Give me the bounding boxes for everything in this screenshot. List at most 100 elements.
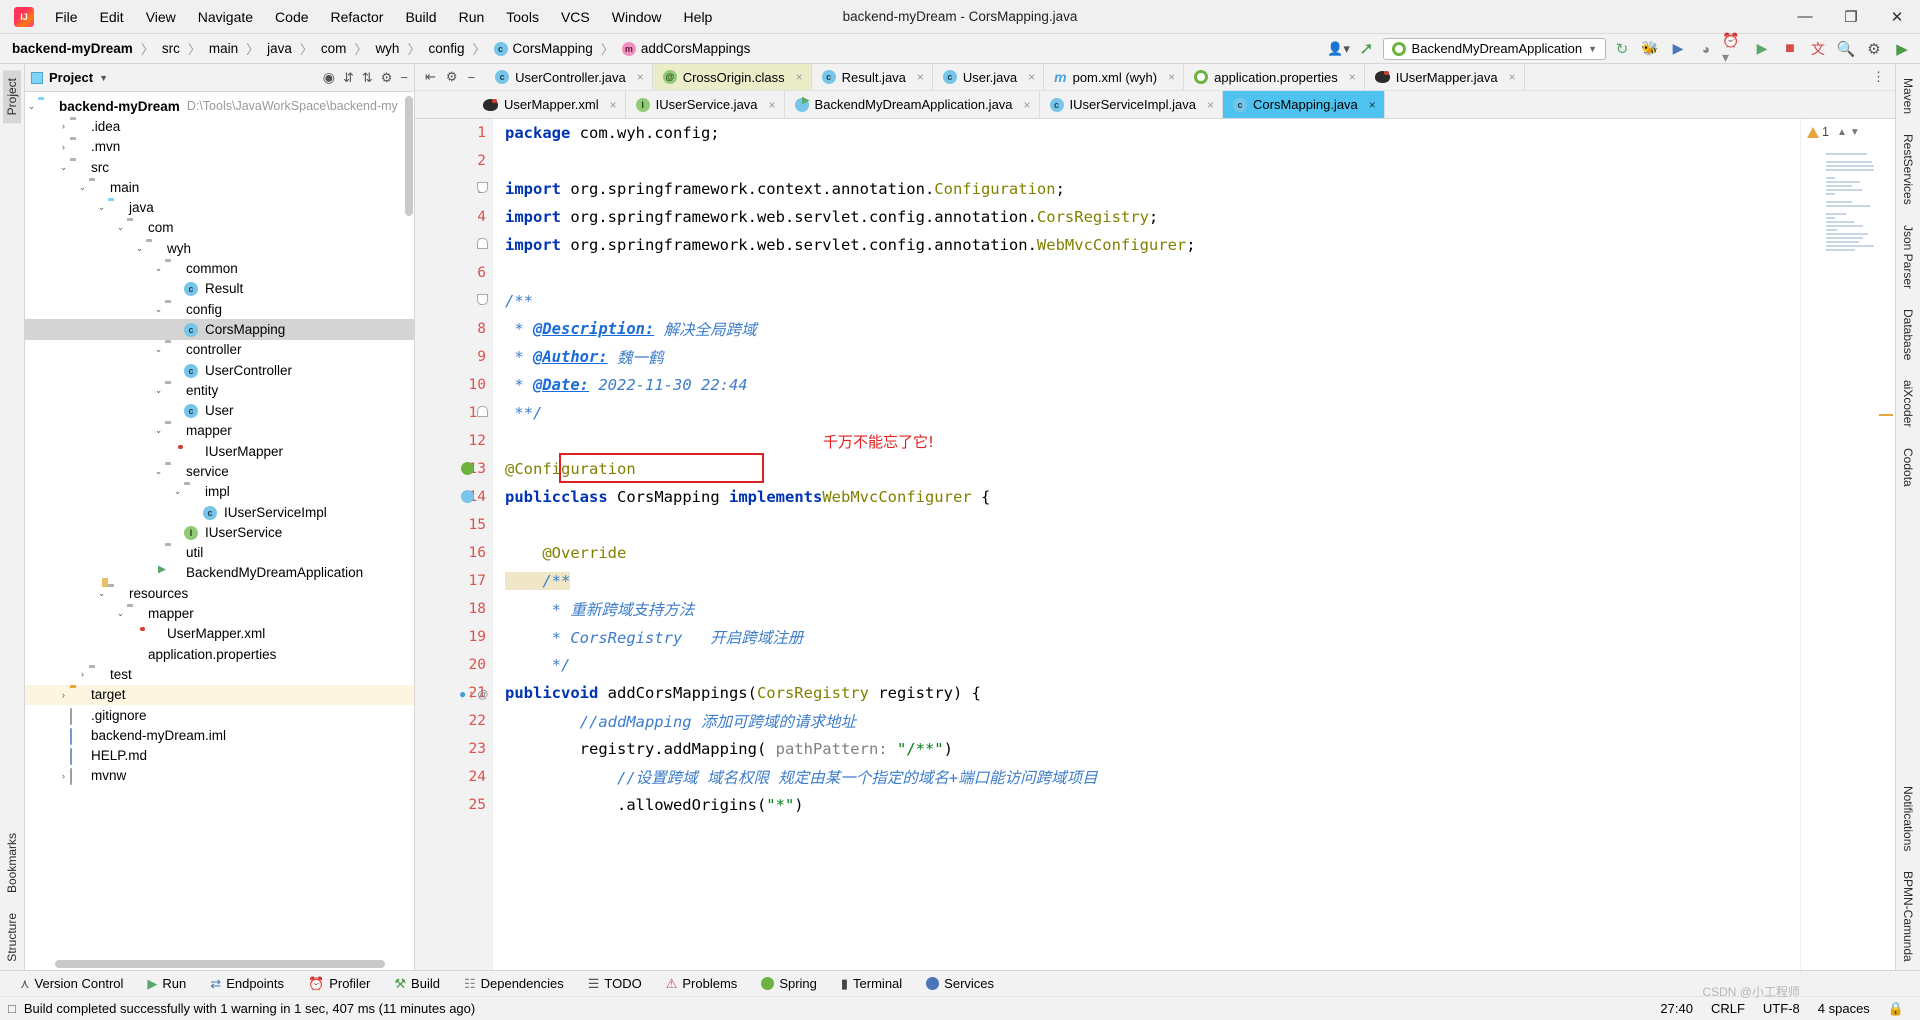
minimize-button[interactable]: — xyxy=(1782,0,1828,34)
tree-item-iuserservice[interactable]: ›IIUserService xyxy=(25,522,414,542)
close-icon[interactable]: × xyxy=(1024,98,1031,112)
chevron-down-icon[interactable]: ⌄ xyxy=(152,466,165,477)
line-number-gutter[interactable]: 1234567891011121314151617181920212223242… xyxy=(415,119,493,970)
caret-position[interactable]: 27:40 xyxy=(1660,1001,1693,1016)
indent-setting[interactable]: 4 spaces xyxy=(1818,1001,1870,1016)
editor-right-gutter[interactable]: 1 ▲ ▼ xyxy=(1800,119,1895,970)
line-number[interactable]: 17 xyxy=(415,567,492,595)
code-line[interactable]: package com.wyh.config; xyxy=(505,119,1800,147)
code-line[interactable]: * 重新跨域支持方法 xyxy=(505,595,1800,623)
tool-window-codota[interactable]: Codota xyxy=(1899,440,1917,495)
spring-class-gutter-icon[interactable] xyxy=(461,490,475,504)
code-line[interactable] xyxy=(505,511,1800,539)
menu-bar[interactable]: File Edit View Navigate Code Refactor Bu… xyxy=(44,5,723,29)
ide-update-icon[interactable]: ▶ xyxy=(1890,38,1914,60)
tree-item-user[interactable]: ›cUser xyxy=(25,400,414,420)
implementing-method-gutter-icon[interactable]: ● ↑ @ xyxy=(459,686,488,701)
chevron-down-icon[interactable]: ⌄ xyxy=(76,182,89,193)
tree-item-mapper[interactable]: ⌄ mapper xyxy=(25,421,414,441)
menu-item-build[interactable]: Build xyxy=(394,5,447,29)
menu-item-navigate[interactable]: Navigate xyxy=(187,5,264,29)
tree-item-controller[interactable]: ⌄ controller xyxy=(25,340,414,360)
close-icon[interactable]: × xyxy=(1207,98,1214,112)
code-minimap[interactable] xyxy=(1826,153,1892,253)
code-line[interactable]: //addMapping 添加可跨域的请求地址 xyxy=(505,707,1800,735)
locate-file-icon[interactable]: ◉ xyxy=(323,69,335,86)
code-line[interactable]: .allowedOrigins("*") xyxy=(505,791,1800,819)
chevron-down-icon[interactable]: ⌄ xyxy=(152,385,165,396)
maximize-button[interactable]: ❐ xyxy=(1828,0,1874,34)
code-line[interactable]: public class CorsMapping implements WebM… xyxy=(505,483,1800,511)
chevron-down-icon[interactable]: ⌄ xyxy=(152,425,165,436)
chevron-down-icon[interactable]: ⌄ xyxy=(152,304,165,315)
code-line[interactable]: */ xyxy=(505,651,1800,679)
hide-editor-icon[interactable]: − xyxy=(468,70,476,85)
tree-item-config[interactable]: ⌄ config xyxy=(25,299,414,319)
chevron-right-icon[interactable]: › xyxy=(57,121,70,131)
tree-item-backendmydreamapplication[interactable]: ›BackendMyDreamApplication xyxy=(25,563,414,583)
code-line[interactable]: public void addCorsMappings(CorsRegistry… xyxy=(505,679,1800,707)
line-number[interactable]: 14 xyxy=(415,483,492,511)
breadcrumb-item-class[interactable]: c CorsMapping xyxy=(492,41,595,56)
code-content[interactable]: 千万不能忘了它! package com.wyh.config; import o… xyxy=(493,119,1800,970)
breadcrumb-item-com[interactable]: com xyxy=(319,41,349,56)
status-bar-right[interactable]: 27:40 CRLF UTF-8 4 spaces 🔒 xyxy=(1660,1001,1912,1017)
tab-iuserserviceimpl-java[interactable]: c IUserServiceImpl.java × xyxy=(1039,91,1223,118)
translate-icon[interactable]: 文 xyxy=(1806,38,1830,60)
code-line[interactable]: registry.addMapping( pathPattern: "/**") xyxy=(505,735,1800,763)
tool-button-dependencies[interactable]: ☷ Dependencies xyxy=(452,976,576,992)
code-line[interactable]: * CorsRegistry 开启跨域注册 xyxy=(505,623,1800,651)
tool-button-todo[interactable]: ☰ TODO xyxy=(576,976,654,992)
tab-pom-xml[interactable]: m pom.xml (wyh) × xyxy=(1044,64,1185,90)
tree-item--idea[interactable]: › .idea xyxy=(25,116,414,136)
tree-item-iusermapper[interactable]: ›IUserMapper xyxy=(25,441,414,461)
settings-gear-icon[interactable]: ⚙ xyxy=(381,70,393,86)
tool-button-endpoints[interactable]: ⇄ Endpoints xyxy=(198,976,296,992)
close-button[interactable]: ✕ xyxy=(1874,0,1920,34)
more-tabs-icon[interactable]: ⋮ xyxy=(1872,69,1885,85)
chevron-up-icon[interactable]: ▲ xyxy=(1837,127,1847,138)
chevron-down-icon[interactable]: ⌄ xyxy=(114,222,127,233)
chevron-down-icon[interactable]: ⌄ xyxy=(152,344,165,355)
lock-icon[interactable]: 🔒 xyxy=(1888,1001,1904,1017)
project-tree[interactable]: ⌄ backend-myDream D:\Tools\JavaWorkSpace… xyxy=(25,92,414,970)
code-line[interactable]: * @Date: 2022-11-30 22:44 xyxy=(505,371,1800,399)
code-editor[interactable]: 1234567891011121314151617181920212223242… xyxy=(415,119,1895,970)
menu-item-refactor[interactable]: Refactor xyxy=(320,5,395,29)
tab-crossorigin-class[interactable]: @ CrossOrigin.class × xyxy=(652,64,812,90)
tool-window-structure[interactable]: Structure xyxy=(3,905,21,970)
code-line[interactable]: @Configuration xyxy=(505,455,1800,483)
tool-window-notifications[interactable]: Notifications xyxy=(1899,778,1917,859)
tool-window-bar[interactable]: ⋏ Version Control ▶ Run ⇄ Endpoints ⏰ Pr… xyxy=(0,970,1920,996)
expand-all-icon[interactable]: ⇵ xyxy=(343,70,354,86)
line-number[interactable]: 19 xyxy=(415,623,492,651)
breadcrumb-item-src[interactable]: src xyxy=(160,41,182,56)
tool-window-maven[interactable]: Maven xyxy=(1899,70,1917,122)
tool-window-jsonparser[interactable]: Json Parser xyxy=(1899,217,1917,297)
navbar-toolbar[interactable]: 👤▾ ➚ BackendMyDreamApplication ▼ ↻ 🐝 ▶ ◕… xyxy=(1327,32,1920,65)
tree-item--gitignore[interactable]: ›.gitignore xyxy=(25,705,414,725)
line-number[interactable]: 15 xyxy=(415,511,492,539)
menu-item-file[interactable]: File xyxy=(44,5,89,29)
tree-item-impl[interactable]: ⌄ impl xyxy=(25,482,414,502)
menu-item-code[interactable]: Code xyxy=(264,5,319,29)
run-configuration-selector[interactable]: BackendMyDreamApplication ▼ xyxy=(1382,37,1606,60)
menu-item-tools[interactable]: Tools xyxy=(495,5,550,29)
chevron-down-icon[interactable]: ⌄ xyxy=(57,162,70,173)
left-tool-strip[interactable]: Project Bookmarks Structure xyxy=(0,64,25,970)
close-icon[interactable]: × xyxy=(917,70,924,84)
tab-user-java[interactable]: c User.java × xyxy=(932,64,1045,90)
breadcrumb-item-java[interactable]: java xyxy=(265,41,294,56)
code-line[interactable]: /** xyxy=(505,567,1800,595)
tool-button-build[interactable]: ⚒ Build xyxy=(382,976,452,992)
close-icon[interactable]: × xyxy=(1369,98,1376,112)
tool-window-aixcoder[interactable]: aiXcoder xyxy=(1899,372,1917,435)
tab-iuserservice-java[interactable]: I IUserService.java × xyxy=(625,91,785,118)
chevron-right-icon[interactable]: › xyxy=(57,690,70,700)
stop-button[interactable]: ■ xyxy=(1778,38,1802,60)
file-encoding[interactable]: UTF-8 xyxy=(1763,1001,1800,1016)
tree-item-com[interactable]: ⌄ com xyxy=(25,218,414,238)
line-number[interactable]: 23 xyxy=(415,735,492,763)
code-line[interactable] xyxy=(505,147,1800,175)
tree-item--mvn[interactable]: › .mvn xyxy=(25,137,414,157)
